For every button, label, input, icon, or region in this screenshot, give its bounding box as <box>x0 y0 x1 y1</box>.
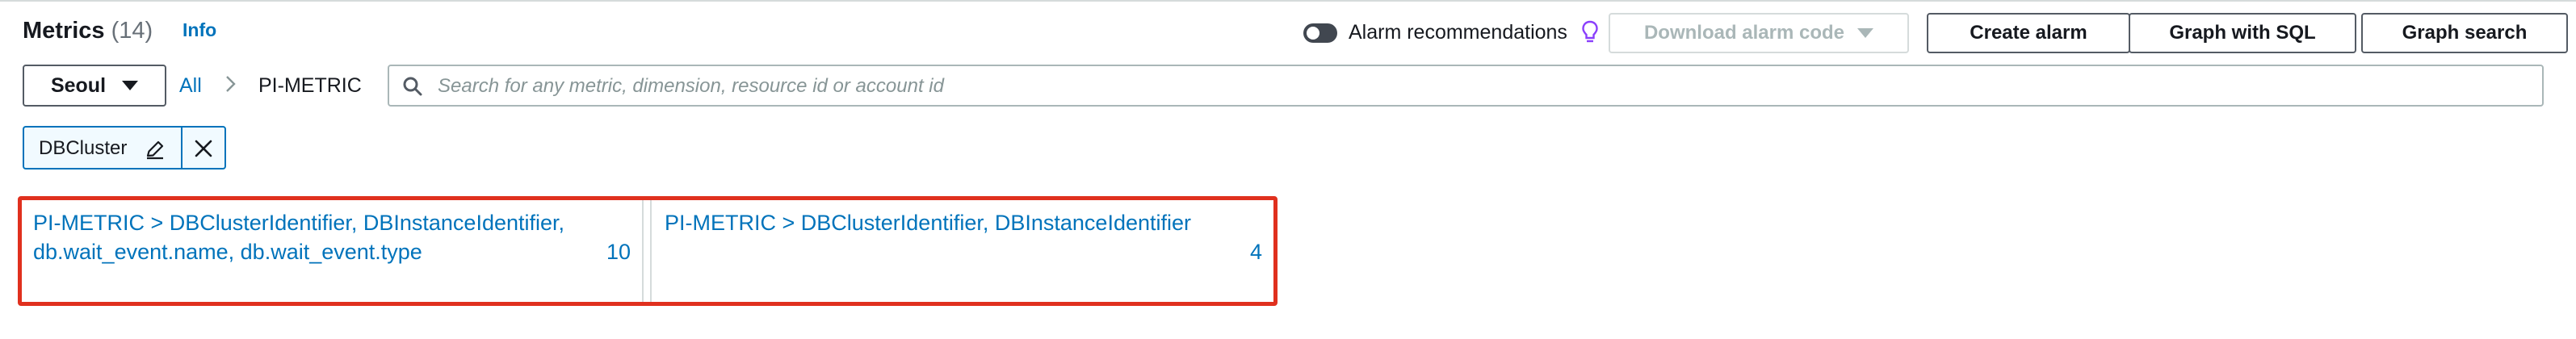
chevron-right-icon <box>226 76 236 92</box>
download-alarm-code-label: Download alarm code <box>1643 22 1845 44</box>
metric-groups-highlight: PI-METRIC > DBClusterIdentifier, DBInsta… <box>18 196 1278 306</box>
metric-count: (14) <box>111 18 153 44</box>
page-title: Metrics (14) <box>23 15 153 47</box>
graph-with-sql-button[interactable]: Graph with SQL <box>2129 13 2356 53</box>
search-input[interactable] <box>436 66 2531 107</box>
pencil-icon[interactable] <box>144 138 166 161</box>
breadcrumb-namespace: PI-METRIC <box>258 74 362 97</box>
title-text: Metrics <box>23 18 105 44</box>
caret-down-icon <box>1857 28 1874 38</box>
card-divider <box>642 200 644 302</box>
caret-down-icon <box>122 81 139 90</box>
metric-group-card[interactable]: PI-METRIC > DBClusterIdentifier, DBInsta… <box>653 200 1273 302</box>
download-alarm-code-button[interactable]: Download alarm code <box>1609 13 1909 53</box>
metric-search-box[interactable] <box>388 65 2544 107</box>
metric-group-count: 10 <box>606 240 631 264</box>
search-icon <box>403 77 422 96</box>
bulb-icon[interactable] <box>1580 19 1601 45</box>
remove-filter-button[interactable] <box>181 126 226 170</box>
info-link[interactable]: Info <box>183 19 216 41</box>
region-label: Seoul <box>50 73 107 97</box>
filter-token-edit[interactable]: DBCluster <box>23 126 181 170</box>
metric-group-card[interactable]: PI-METRIC > DBClusterIdentifier, DBInsta… <box>22 200 642 302</box>
card-divider <box>650 200 652 302</box>
graph-search-button[interactable]: Graph search <box>2361 13 2568 53</box>
create-alarm-button[interactable]: Create alarm <box>1927 13 2130 53</box>
alarm-recommendations-label: Alarm recommendations <box>1349 21 1567 44</box>
metric-group-count: 4 <box>1249 240 1262 264</box>
metrics-panel: Metrics (14) Info Alarm recommendations … <box>0 0 2576 182</box>
graph-with-sql-label: Graph with SQL <box>2169 22 2316 44</box>
breadcrumb-all[interactable]: All <box>179 74 202 98</box>
metric-group-title[interactable]: PI-METRIC > DBClusterIdentifier, DBInsta… <box>33 208 582 266</box>
toggle-knob <box>1307 27 1319 40</box>
graph-search-label: Graph search <box>2402 22 2528 44</box>
close-icon <box>195 140 212 157</box>
create-alarm-label: Create alarm <box>1970 22 2087 44</box>
top-divider <box>0 0 2576 2</box>
region-select[interactable]: Seoul <box>23 65 166 107</box>
alarm-recommendations-toggle[interactable] <box>1303 23 1337 43</box>
metric-group-title[interactable]: PI-METRIC > DBClusterIdentifier, DBInsta… <box>665 208 1214 237</box>
filter-token-label: DBCluster <box>39 137 128 159</box>
